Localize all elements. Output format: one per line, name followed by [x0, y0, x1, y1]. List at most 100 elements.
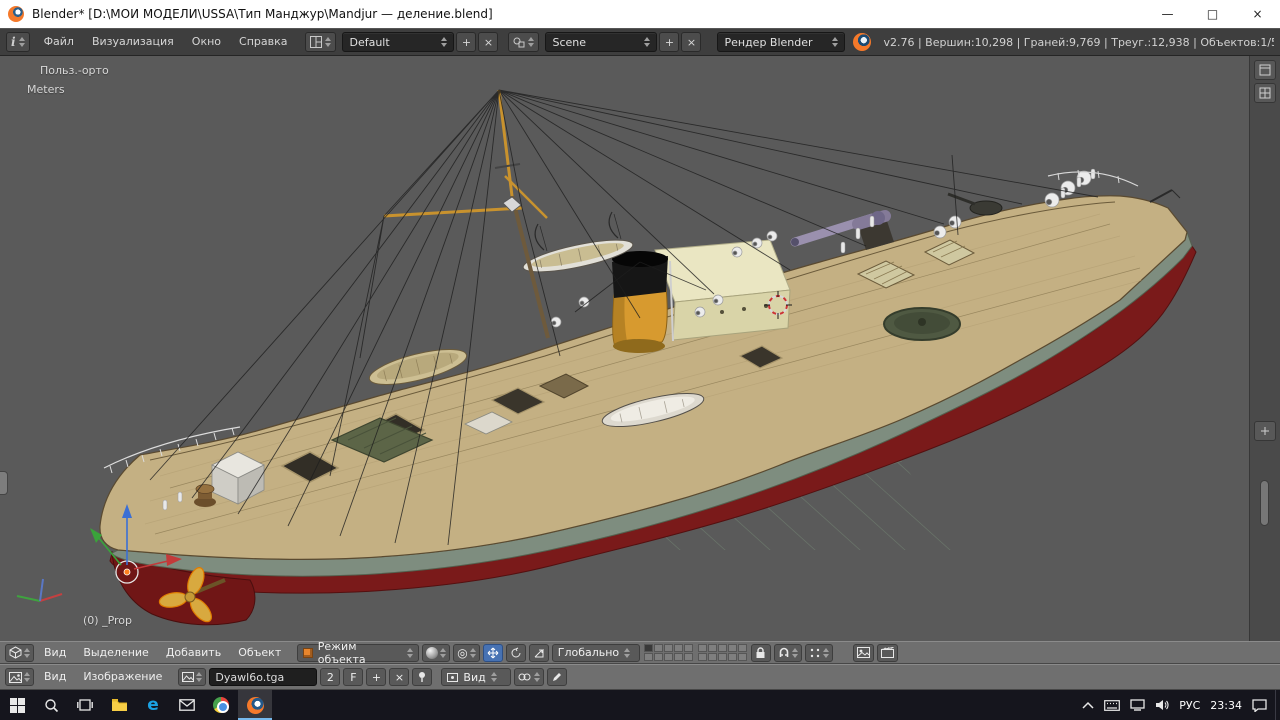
blender-logo-icon [853, 33, 871, 51]
magnet-icon [778, 647, 790, 659]
channel-draw-dropdown[interactable] [514, 668, 544, 686]
scene-add-button[interactable]: + [659, 32, 679, 52]
image-new-button[interactable]: + [366, 668, 386, 686]
search-button[interactable] [34, 690, 68, 720]
layers-group-1[interactable] [644, 644, 693, 661]
viewport-shading-dropdown[interactable] [422, 644, 450, 662]
v3d-menu-add[interactable]: Добавить [159, 642, 228, 664]
layers-group-2[interactable] [698, 644, 747, 661]
snap-element-dropdown[interactable] [805, 644, 833, 662]
close-button[interactable]: × [1235, 0, 1280, 28]
task-view-button[interactable] [68, 690, 102, 720]
image-users-count-button[interactable]: 2 [320, 668, 340, 686]
region-grid-icon[interactable] [1254, 83, 1276, 103]
touch-keyboard-icon[interactable] [1104, 700, 1120, 711]
pivot-point-dropdown[interactable]: ◎ [453, 644, 479, 662]
mode-dropdown[interactable]: Режим объекта [297, 644, 419, 662]
v3d-menu-view[interactable]: Вид [37, 642, 73, 664]
scene-statistics: v2.76 | Вершин:10,298 | Граней:9,769 | Т… [883, 36, 1274, 49]
image-browse-button[interactable] [178, 668, 206, 686]
editor-type-button-3dview[interactable] [5, 644, 34, 662]
toolshelf-expand-tab[interactable] [0, 471, 8, 495]
edge-button[interactable]: e [136, 690, 170, 720]
pin-icon [417, 671, 427, 683]
render-engine-field[interactable]: Рендер Blender [717, 32, 845, 52]
info-editor-icon: i [11, 35, 16, 49]
action-center-icon[interactable] [1252, 699, 1267, 712]
menu-file[interactable]: Файл [36, 28, 82, 56]
screen-layout-browse-button[interactable] [305, 32, 336, 52]
img-menu-image[interactable]: Изображение [76, 666, 169, 688]
view3d-header: Вид Выделение Добавить Объект Режим объе… [0, 641, 1280, 664]
volume-icon[interactable] [1155, 699, 1169, 711]
scene-value: Scene [552, 36, 638, 49]
chevron-updown-icon [407, 648, 413, 658]
chevron-updown-icon [792, 648, 798, 658]
chevron-updown-icon [832, 37, 838, 47]
grease-pencil-button[interactable] [547, 668, 567, 686]
menu-render[interactable]: Визуализация [84, 28, 182, 56]
mail-button[interactable] [170, 690, 204, 720]
menu-window[interactable]: Окно [184, 28, 229, 56]
layout-add-button[interactable]: + [456, 32, 476, 52]
manipulator-translate-toggle[interactable] [483, 644, 503, 662]
file-explorer-button[interactable] [102, 690, 136, 720]
manipulator-scale-toggle[interactable] [529, 644, 549, 662]
clock[interactable]: 23:34 [1210, 699, 1242, 712]
start-button[interactable] [0, 690, 34, 720]
display-mode-dropdown[interactable]: Вид [441, 668, 511, 686]
scene-field[interactable]: Scene [545, 32, 657, 52]
image-editor-icon [9, 672, 22, 683]
opengl-render-image-button[interactable] [853, 644, 874, 662]
scene-browse-button[interactable] [508, 32, 539, 52]
chevron-updown-icon [624, 648, 630, 658]
mail-icon [179, 699, 195, 711]
image-pin-button[interactable] [412, 668, 432, 686]
maximize-button[interactable]: □ [1190, 0, 1235, 28]
layout-unlink-button[interactable]: × [478, 32, 498, 52]
chevron-updown-icon [19, 37, 25, 47]
manipulator-rotate-toggle[interactable] [506, 644, 526, 662]
region-toggle-icon[interactable] [1254, 421, 1276, 441]
viewport-3d[interactable]: Польз.-орто Meters (0) _Prop [0, 56, 1249, 641]
viewport-scrollbar[interactable] [1260, 480, 1269, 526]
snap-toggle[interactable] [774, 644, 802, 662]
transform-orientation-dropdown[interactable]: Глобально [552, 644, 640, 662]
chevron-updown-icon [528, 37, 534, 47]
opengl-render-anim-button[interactable] [877, 644, 898, 662]
view-mode-icon [447, 673, 458, 682]
v3d-menu-object[interactable]: Объект [231, 642, 288, 664]
editor-type-button-image[interactable] [5, 668, 34, 686]
show-desktop-button[interactable] [1275, 690, 1280, 720]
v3d-menu-select[interactable]: Выделение [76, 642, 156, 664]
chrome-button[interactable] [204, 690, 238, 720]
task-view-icon [77, 698, 93, 712]
tray-expand-caret-icon[interactable] [1082, 701, 1094, 709]
viewport-canvas[interactable] [0, 56, 1249, 641]
region-expand-icon[interactable] [1254, 60, 1276, 80]
image-browse-icon [182, 672, 194, 682]
chevron-updown-icon [644, 37, 650, 47]
screen-layout-field[interactable]: Default [342, 32, 454, 52]
pencil-icon [551, 671, 563, 683]
image-unlink-button[interactable]: × [389, 668, 409, 686]
blender-taskbar-button[interactable] [238, 690, 272, 720]
search-icon [44, 698, 59, 713]
windows-logo-icon [10, 698, 25, 713]
minimize-button[interactable]: — [1145, 0, 1190, 28]
image-editor-header: Вид Изображение Dyawl6o.tga 2 F + × Вид [0, 664, 1280, 690]
fake-user-button[interactable]: F [343, 668, 363, 686]
chevron-updown-icon [24, 672, 30, 682]
image-name-field[interactable]: Dyawl6o.tga [209, 668, 317, 686]
scene-unlink-button[interactable]: × [681, 32, 701, 52]
viewport-row: Польз.-орто Meters (0) _Prop [0, 56, 1280, 641]
chevron-updown-icon [440, 648, 446, 658]
menu-help[interactable]: Справка [231, 28, 295, 56]
language-indicator[interactable]: РУС [1179, 699, 1200, 712]
editor-type-button-info[interactable]: i [6, 32, 30, 52]
network-icon[interactable] [1130, 699, 1145, 711]
img-menu-view[interactable]: Вид [37, 666, 73, 688]
screen-layout-value: Default [349, 36, 435, 49]
chevron-updown-icon [534, 672, 540, 682]
lock-to-scene-toggle[interactable] [751, 644, 771, 662]
